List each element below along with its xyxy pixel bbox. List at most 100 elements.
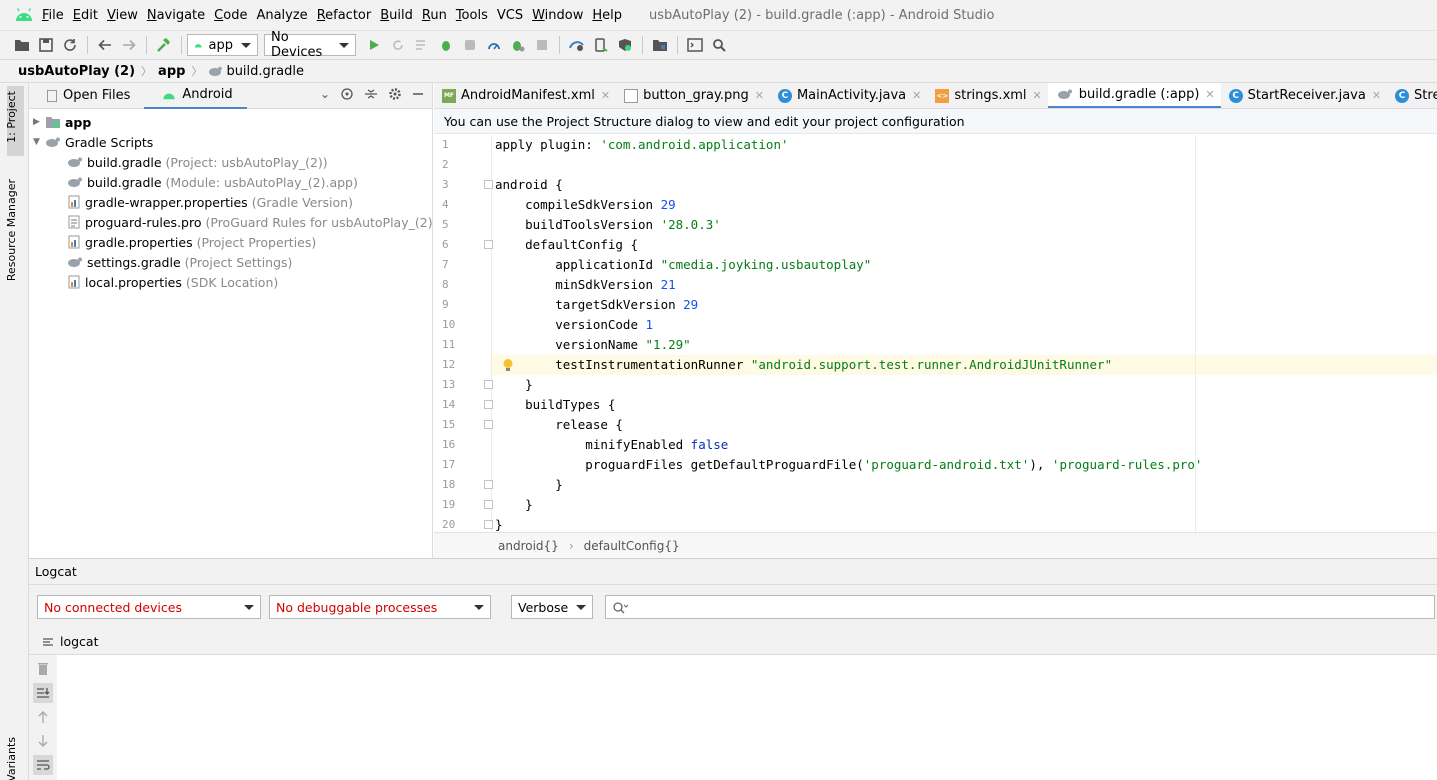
menu-item-edit[interactable]: Edit (73, 8, 98, 23)
caret-right-icon[interactable]: ▶ (33, 117, 45, 127)
close-icon[interactable]: ✕ (601, 89, 610, 102)
editor-tab[interactable]: <> strings.xml ✕ (927, 83, 1047, 108)
fold-marker-icon[interactable] (484, 240, 493, 249)
menu-item-run[interactable]: Run (422, 8, 447, 23)
menu-item-vcs[interactable]: VCS (497, 8, 523, 23)
save-all-icon[interactable] (35, 34, 57, 56)
code-area[interactable]: 1 2 3 4 5 6 7 8 9 10 11 12 13 14 15 16 17 18 19 20 apply pl… (434, 135, 1437, 532)
tree-item[interactable]: gradle-wrapper.properties (Gradle Version… (29, 192, 432, 212)
gear-icon[interactable] (388, 87, 402, 101)
fold-marker-icon[interactable] (484, 180, 493, 189)
sync-icon[interactable] (59, 34, 81, 56)
attach-debugger-icon[interactable] (507, 34, 529, 56)
trash-icon[interactable] (33, 659, 53, 679)
fold-marker-icon[interactable] (484, 480, 493, 489)
editor-crumb-defaultconfig[interactable]: defaultConfig{} (584, 539, 680, 553)
back-arrow-icon[interactable] (94, 34, 116, 56)
toolbar-separator (146, 36, 147, 54)
editor-tab[interactable]: CStretchVideoView.java✕ (1387, 83, 1437, 108)
editor-tab[interactable]: button_gray.png ✕ (616, 83, 770, 108)
tree-item[interactable]: settings.gradle (Project Settings) (29, 252, 432, 272)
tree-item[interactable]: local.properties (SDK Location) (29, 272, 432, 292)
fold-marker-icon[interactable] (484, 500, 493, 509)
menu-item-tools[interactable]: Tools (456, 8, 488, 23)
soft-wrap-icon[interactable] (33, 755, 53, 775)
fold-marker-icon[interactable] (484, 420, 493, 429)
project-structure-icon[interactable] (649, 34, 671, 56)
stop-icon[interactable] (531, 34, 553, 56)
log-level-select[interactable]: Verbose (511, 595, 593, 619)
arrow-up-icon[interactable] (33, 707, 53, 727)
gradle-sync-icon[interactable] (566, 34, 588, 56)
logcat-search-input[interactable] (605, 595, 1435, 619)
apply-changes-icon[interactable] (387, 34, 409, 56)
tree-item[interactable]: build.gradle (Module: usbAutoPlay_(2).app… (29, 172, 432, 192)
close-icon[interactable]: ✕ (912, 89, 921, 102)
gradle-icon (67, 256, 83, 268)
minimize-icon[interactable] (412, 87, 424, 101)
debug-bug-icon[interactable] (435, 34, 457, 56)
editor-tab[interactable]: build.gradle (:app) ✕ (1047, 83, 1221, 108)
close-icon[interactable]: ✕ (755, 89, 764, 102)
tree-item[interactable]: build.gradle (Project: usbAutoPlay_(2)) (29, 152, 432, 172)
menu-item-navigate[interactable]: Navigate (147, 8, 205, 23)
forward-arrow-icon[interactable] (118, 34, 140, 56)
breadcrumb-file[interactable]: build.gradle (226, 64, 304, 79)
caret-down-icon[interactable]: ▼ (33, 137, 45, 147)
arrow-down-icon[interactable] (33, 731, 53, 751)
fold-marker-icon[interactable] (484, 380, 493, 389)
scroll-to-end-icon[interactable] (33, 683, 53, 703)
menu-item-file[interactable]: File (42, 8, 64, 23)
tree-item[interactable]: ▼ Gradle Scripts (29, 132, 432, 152)
menu-item-code[interactable]: Code (214, 8, 247, 23)
menu-item-analyze[interactable]: Analyze (256, 8, 307, 23)
avd-manager-icon[interactable] (590, 34, 612, 56)
run-config-select[interactable]: app (187, 34, 258, 56)
menu-item-view[interactable]: View (107, 8, 138, 23)
apply-code-changes-icon[interactable] (411, 34, 433, 56)
tree-item[interactable]: ▶ app (29, 112, 432, 132)
sdk-manager-icon[interactable] (614, 34, 636, 56)
breadcrumb-module[interactable]: app (158, 64, 185, 79)
menu-item-help[interactable]: Help (592, 8, 622, 23)
device-select[interactable]: No Devices (264, 30, 356, 60)
tool-tab-resource-manager[interactable]: Resource Manager (5, 179, 18, 281)
close-icon[interactable]: ✕ (1372, 89, 1381, 102)
tab-open-files[interactable]: Open Files (29, 83, 144, 109)
device-filter-select[interactable]: No connected devices (37, 595, 261, 619)
close-icon[interactable]: ✕ (1205, 88, 1214, 101)
tree-item[interactable]: gradle.properties (Project Properties) (29, 232, 432, 252)
run-icon[interactable] (363, 34, 385, 56)
process-filter-select[interactable]: No debuggable processes (269, 595, 491, 619)
tool-tab-build-variants[interactable]: Variants (5, 737, 18, 780)
editor-tab[interactable]: C StartReceiver.java ✕ (1221, 83, 1387, 108)
run-with-coverage-icon[interactable] (459, 34, 481, 56)
breadcrumb-project[interactable]: usbAutoPlay (2) (18, 64, 135, 79)
tree-item[interactable]: proguard-rules.pro (ProGuard Rules for us… (29, 212, 465, 232)
tree-item-label: gradle.properties (85, 234, 193, 250)
code-token: compileSdkVersion (495, 197, 661, 212)
search-icon[interactable] (708, 34, 730, 56)
locate-crosshair-icon[interactable] (340, 87, 354, 101)
line-number: 17 (442, 458, 456, 471)
menu-item-window[interactable]: Window (532, 8, 583, 23)
tab-android[interactable]: Android (144, 83, 247, 109)
menu-item-refactor[interactable]: Refactor (317, 8, 372, 23)
close-icon[interactable]: ✕ (1033, 89, 1042, 102)
tool-tab-project[interactable]: 1: Project (5, 91, 18, 143)
editor-tab[interactable]: MF AndroidManifest.xml ✕ (434, 83, 616, 108)
run-config-label: app (208, 37, 233, 53)
collapse-all-icon[interactable] (364, 87, 378, 101)
chevron-down-icon[interactable]: ⌄ (320, 87, 330, 101)
editor-tab[interactable]: C MainActivity.java ✕ (770, 83, 927, 108)
editor-crumb-android[interactable]: android{} (498, 539, 559, 553)
logcat-subtab[interactable]: logcat (29, 629, 1437, 655)
terminal-window-icon[interactable] (684, 34, 706, 56)
profile-gauge-icon[interactable] (483, 34, 505, 56)
fold-marker-icon[interactable] (484, 520, 493, 529)
open-folder-icon[interactable] (11, 34, 33, 56)
menu-item-build[interactable]: Build (380, 8, 413, 23)
make-project-hammer-icon[interactable] (153, 34, 175, 56)
java-class-icon: C (777, 88, 792, 103)
fold-marker-icon[interactable] (484, 400, 493, 409)
